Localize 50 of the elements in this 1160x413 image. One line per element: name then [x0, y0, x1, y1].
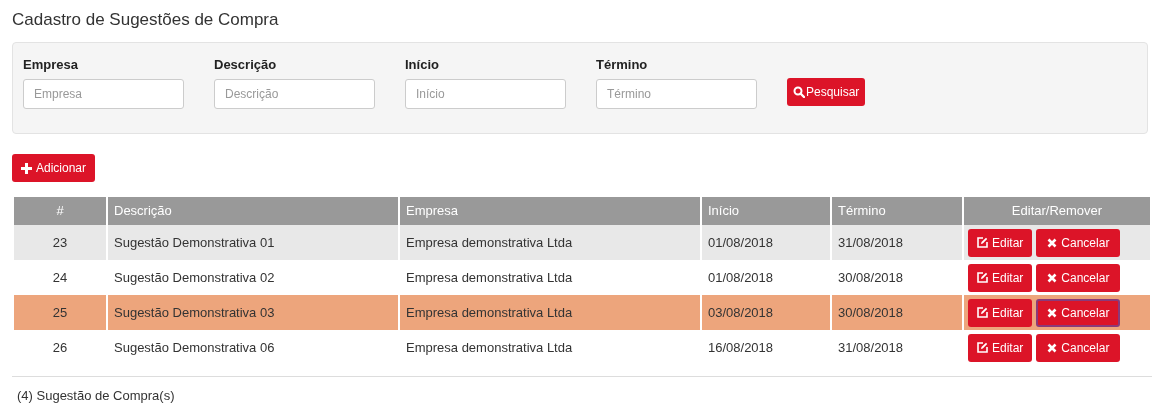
edit-button[interactable]: Editar	[968, 228, 1033, 257]
search-button[interactable]: Pesquisar	[787, 78, 866, 106]
cancel-button[interactable]: Cancelar	[1036, 298, 1121, 327]
table-cell: 03/08/2018	[708, 304, 774, 320]
input-field[interactable]: Descrição	[214, 79, 375, 109]
table-cell: 25	[52, 304, 68, 320]
input-field[interactable]: Início	[405, 79, 566, 109]
edit-icon	[977, 307, 988, 318]
edit-icon	[977, 342, 988, 353]
page-title: Cadastro de Sugestões de Compra	[12, 9, 280, 31]
table-cell: 01/08/2018	[708, 269, 774, 285]
edit-button[interactable]: Editar	[968, 263, 1033, 292]
cancel-button[interactable]: Cancelar	[1036, 333, 1121, 362]
edit-icon	[977, 237, 988, 248]
table-cell: 16/08/2018	[708, 339, 774, 355]
field-label: Empresa	[23, 56, 79, 73]
search-icon	[793, 86, 805, 98]
table-cell: Sugestão Demonstrativa 06	[114, 339, 275, 355]
table-cell: 24	[52, 269, 68, 285]
add-button[interactable]: Adicionar	[12, 154, 96, 182]
cancel-button[interactable]: Cancelar	[1036, 263, 1121, 292]
table-cell: 30/08/2018	[838, 304, 904, 320]
plus-icon	[21, 162, 32, 174]
table-cell: Empresa demonstrativa Ltda	[406, 339, 573, 355]
table-cell: Sugestão Demonstrativa 01	[114, 234, 275, 250]
table-cell: Empresa demonstrativa Ltda	[406, 304, 573, 320]
field-label: Início	[405, 56, 440, 73]
table-cell: 31/08/2018	[838, 234, 904, 250]
edit-icon	[977, 272, 988, 283]
table-cell: 30/08/2018	[838, 269, 904, 285]
input-field[interactable]: Empresa	[23, 79, 184, 109]
close-icon	[1047, 307, 1058, 318]
close-icon	[1047, 272, 1058, 283]
edit-button[interactable]: Editar	[968, 333, 1033, 362]
field-label: Descrição	[214, 56, 278, 73]
record-count: (4) Sugestão de Compra(s)	[17, 388, 175, 403]
cancel-button[interactable]: Cancelar	[1036, 228, 1121, 257]
table-cell: Empresa demonstrativa Ltda	[406, 234, 573, 250]
table-cell: 31/08/2018	[838, 339, 904, 355]
input-field[interactable]: Término	[596, 79, 757, 109]
table-cell: 26	[52, 339, 68, 355]
table-cell: Empresa demonstrativa Ltda	[406, 269, 573, 285]
close-icon	[1047, 342, 1058, 353]
table-cell: 01/08/2018	[708, 234, 774, 250]
field-label: Término	[596, 56, 649, 73]
table-cell: 23	[52, 234, 68, 250]
close-icon	[1047, 237, 1058, 248]
table-cell: Sugestão Demonstrativa 02	[114, 269, 275, 285]
edit-button[interactable]: Editar	[968, 298, 1033, 327]
table-cell: Sugestão Demonstrativa 03	[114, 304, 275, 320]
